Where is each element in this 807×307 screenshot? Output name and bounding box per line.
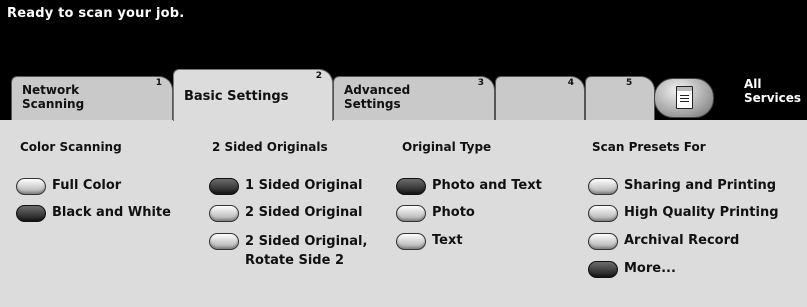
tab-number: 3 — [477, 78, 484, 88]
all-services-label: All Services — [744, 77, 802, 105]
option-label: Black and White — [52, 205, 171, 220]
two-sided-originals-title: 2 Sided Originals — [212, 140, 328, 154]
high-quality-printing-option[interactable]: High Quality Printing — [588, 204, 779, 226]
option-label: High Quality Printing — [624, 205, 779, 220]
two-sided-rotate-radio[interactable] — [209, 233, 239, 250]
all-services-icon — [654, 78, 714, 118]
all-services-button[interactable]: All Services — [650, 74, 807, 120]
sharing-and-printing-option[interactable]: Sharing and Printing — [588, 177, 776, 199]
option-label: Archival Record — [624, 233, 740, 248]
black-and-white-radio[interactable] — [16, 205, 46, 222]
option-label: 2 Sided Original, Rotate Side 2 — [245, 234, 368, 268]
photo-and-text-option[interactable]: Photo and Text — [396, 177, 542, 199]
two-sided-original-radio[interactable] — [209, 205, 239, 222]
sharing-and-printing-radio[interactable] — [588, 178, 618, 195]
status-message: Ready to scan your job. — [7, 6, 185, 21]
color-scanning-title: Color Scanning — [20, 140, 122, 154]
tab-label: Advanced Settings — [344, 83, 411, 111]
archival-record-option[interactable]: Archival Record — [588, 232, 739, 254]
option-label: 1 Sided Original — [245, 178, 363, 193]
option-label: Photo — [432, 205, 475, 220]
option-label: Sharing and Printing — [624, 178, 777, 193]
one-sided-original-option[interactable]: 1 Sided Original — [209, 177, 363, 199]
more-option[interactable]: More... — [588, 260, 676, 282]
option-label: Photo and Text — [432, 178, 542, 193]
option-label: 2 Sided Original — [245, 205, 363, 220]
more-button[interactable] — [588, 261, 618, 278]
two-sided-rotate-option[interactable]: 2 Sided Original, Rotate Side 2 — [209, 232, 367, 272]
text-radio[interactable] — [396, 233, 426, 250]
tab-label: Basic Settings — [184, 89, 289, 104]
tab-number: 4 — [567, 78, 574, 88]
full-color-radio[interactable] — [16, 178, 46, 195]
tab-label: Network Scanning — [22, 83, 85, 111]
full-color-option[interactable]: Full Color — [16, 177, 121, 199]
photo-radio[interactable] — [396, 205, 426, 222]
two-sided-original-option[interactable]: 2 Sided Original — [209, 204, 363, 226]
document-icon — [676, 86, 693, 109]
black-and-white-option[interactable]: Black and White — [16, 204, 171, 226]
option-label: More... — [624, 261, 676, 276]
photo-and-text-radio[interactable] — [396, 178, 426, 195]
tab-advanced-settings[interactable]: Advanced Settings 3 — [333, 76, 495, 120]
option-label: Full Color — [52, 178, 122, 193]
tab-number: 5 — [626, 78, 633, 88]
photo-option[interactable]: Photo — [396, 204, 475, 226]
scan-presets-title: Scan Presets For — [592, 140, 706, 154]
tab-number: 2 — [315, 71, 322, 81]
original-type-title: Original Type — [402, 140, 492, 154]
archival-record-radio[interactable] — [588, 233, 618, 250]
tab-network-scanning[interactable]: Network Scanning 1 — [11, 76, 173, 120]
option-label: Text — [432, 233, 463, 248]
high-quality-printing-radio[interactable] — [588, 205, 618, 222]
tab-number: 1 — [155, 78, 162, 88]
status-bar: Ready to scan your job. — [0, 0, 807, 64]
tab-basic-settings[interactable]: Basic Settings 2 — [173, 69, 333, 121]
text-option[interactable]: Text — [396, 232, 463, 254]
basic-settings-panel: Color Scanning Full Color Black and Whit… — [0, 120, 807, 307]
tab-4[interactable]: 4 — [495, 76, 585, 120]
tab-5[interactable]: 5 — [585, 76, 655, 120]
one-sided-original-radio[interactable] — [209, 178, 239, 195]
